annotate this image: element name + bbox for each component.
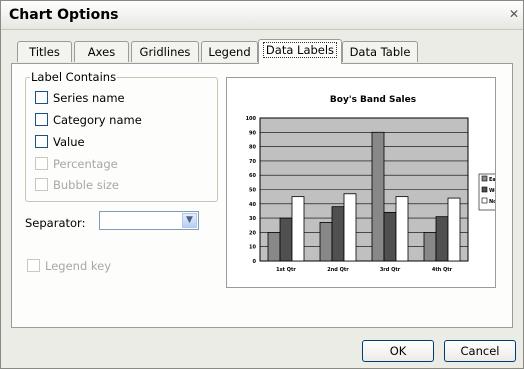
x-tick-label: 4th Qtr — [432, 267, 453, 273]
checkbox-box[interactable] — [35, 113, 48, 126]
bar — [383, 211, 397, 262]
tab-data-table[interactable]: Data Table — [342, 41, 418, 62]
tab-axes-label: Axes — [87, 45, 116, 59]
label-contains-heading: Label Contains — [30, 70, 118, 84]
dialog-title: Chart Options — [9, 7, 119, 23]
bubble-size-checkbox: Bubble size — [35, 177, 119, 193]
checkbox-box[interactable] — [35, 135, 48, 148]
bar — [291, 196, 305, 262]
y-tick-label: 0 — [253, 259, 257, 265]
checkbox-box — [35, 178, 48, 191]
chart-options-dialog: Chart Options ✕ Titles Axes Gridlines Le… — [0, 0, 524, 369]
tab-data-table-label: Data Table — [349, 45, 411, 59]
tab-data-labels[interactable]: Data Labels — [258, 39, 342, 64]
tab-titles-label: Titles — [29, 45, 60, 59]
bar — [267, 231, 281, 262]
y-tick-label: 80 — [249, 145, 256, 151]
y-tick-label: 20 — [249, 230, 256, 236]
y-tick-label: 60 — [249, 173, 256, 179]
cancel-button[interactable]: Cancel — [444, 340, 516, 362]
bar — [395, 196, 409, 262]
chart-preview: Boy's Band Sales 0 10 20 30 40 50 60 70 80 90 100 1… — [226, 77, 496, 288]
tab-legend-label: Legend — [208, 45, 251, 59]
bar — [279, 217, 293, 262]
y-tick-label: 70 — [249, 159, 256, 165]
series-name-label: Series name — [53, 91, 125, 105]
title-bar[interactable]: Chart Options ✕ — [1, 1, 523, 30]
bar — [343, 193, 357, 262]
bar — [319, 221, 333, 262]
chart-title: Boy's Band Sales — [330, 95, 416, 105]
y-tick-label: 10 — [249, 245, 256, 251]
bar — [371, 131, 385, 262]
legend-label: East — [489, 177, 495, 183]
value-label: Value — [53, 135, 85, 149]
close-icon[interactable]: ✕ — [507, 6, 521, 22]
bar — [435, 216, 449, 262]
tab-gridlines-label: Gridlines — [139, 45, 191, 59]
ok-button[interactable]: OK — [362, 340, 434, 362]
category-name-label: Category name — [53, 113, 142, 127]
tab-panel: Label Contains Series name Category name… — [11, 63, 513, 328]
x-tick-label: 1st Qtr — [276, 267, 296, 273]
bar — [447, 197, 461, 262]
label-contains-group: Label Contains Series name Category name… — [25, 70, 218, 202]
category-name-checkbox[interactable]: Category name — [35, 112, 142, 128]
y-tick-label: 40 — [249, 202, 256, 208]
checkbox-box[interactable] — [35, 91, 48, 104]
tab-gridlines[interactable]: Gridlines — [131, 41, 199, 62]
legend-label: West — [489, 188, 495, 194]
chevron-down-icon[interactable]: ▼ — [182, 213, 197, 228]
checkbox-box — [35, 157, 48, 170]
value-checkbox[interactable]: Value — [35, 134, 85, 150]
legend-swatch — [481, 175, 488, 182]
legend-label: North — [489, 199, 495, 205]
legend-swatch — [481, 186, 488, 193]
x-tick-label: 2nd Qtr — [327, 267, 349, 273]
legend-key-checkbox: Legend key — [27, 258, 111, 274]
bar — [423, 231, 437, 262]
legend-key-label: Legend key — [45, 259, 112, 273]
chart-svg: Boy's Band Sales 0 10 20 30 40 50 60 70 80 90 100 1… — [246, 95, 495, 273]
separator-dropdown[interactable]: ▼ — [99, 211, 199, 230]
separator-label: Separator: — [25, 216, 86, 230]
y-tick-label: 30 — [249, 216, 256, 222]
y-tick-label: 50 — [249, 188, 256, 194]
y-tick-label: 100 — [246, 116, 257, 122]
x-tick-label: 3rd Qtr — [380, 267, 401, 273]
legend-swatch — [481, 197, 488, 204]
series-name-checkbox[interactable]: Series name — [35, 90, 125, 106]
percentage-label: Percentage — [53, 157, 118, 171]
checkbox-box — [27, 259, 40, 272]
plot-area: 0 10 20 30 40 50 60 70 80 90 100 1st Qtr 2nd Qtr 3rd … — [246, 116, 469, 273]
bubble-size-label: Bubble size — [53, 178, 120, 192]
tab-titles[interactable]: Titles — [17, 41, 72, 62]
tab-legend[interactable]: Legend — [201, 41, 258, 62]
tab-data-labels-label: Data Labels — [262, 42, 338, 58]
bar — [331, 206, 345, 262]
chart-legend: East West North — [478, 173, 495, 211]
y-tick-label: 90 — [249, 130, 256, 136]
tab-axes[interactable]: Axes — [74, 41, 129, 62]
percentage-checkbox: Percentage — [35, 156, 118, 172]
